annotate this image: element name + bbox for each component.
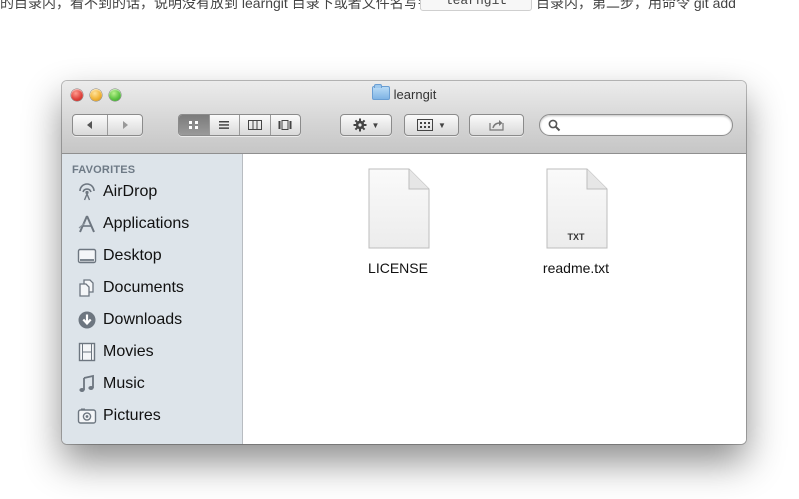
forward-button[interactable] [107, 115, 142, 135]
sidebar-item-label: Downloads [103, 311, 183, 328]
back-button[interactable] [73, 115, 107, 135]
chevron-down-icon: ▼ [438, 120, 446, 130]
sidebar-item-applications[interactable]: Applications [77, 210, 189, 238]
file-name: LICENSE [368, 260, 428, 276]
arrange-menu-button[interactable]: ▼ [404, 114, 459, 136]
gear-icon [353, 118, 367, 132]
desktop-icon [77, 246, 97, 266]
folder-icon [371, 84, 390, 100]
documents-icon [77, 278, 97, 298]
file-browser-area: LICENSE TXT readme.txt [243, 154, 746, 444]
sidebar: FAVORITES AirDrop Applications Desktop D… [62, 154, 243, 444]
cover-flow-view-button[interactable] [269, 115, 301, 135]
back-icon [87, 121, 92, 129]
inline-code: learngit [420, 0, 532, 11]
back-forward-control [72, 114, 143, 136]
sidebar-item-airdrop[interactable]: AirDrop [77, 178, 157, 206]
list-view-icon [219, 121, 230, 129]
document-text: 的目录内，看不到的话，说明没有放到 learngit 目录下或者文件名写错了，或… [0, 0, 488, 11]
finder-window: learngit ▼ ▼ FAVORITES AirDrop Applicati… [62, 81, 746, 444]
file-item-readme[interactable]: TXT readme.txt [516, 168, 636, 276]
forward-icon [123, 121, 128, 129]
document-text-continued: 目录内，第二步，用命令 git add [536, 0, 736, 11]
document-top-fragment: 的目录内，看不到的话，说明没有放到 learngit 目录下或者文件名写错了，或… [0, 0, 799, 16]
file-item-license[interactable]: LICENSE [338, 168, 458, 276]
airdrop-icon [77, 182, 97, 202]
sidebar-item-desktop[interactable]: Desktop [77, 242, 162, 270]
sidebar-item-downloads[interactable]: Downloads [77, 306, 182, 334]
icon-view-icon [188, 121, 198, 129]
search-input[interactable] [564, 117, 728, 135]
sidebar-item-label: Applications [103, 215, 190, 232]
sidebar-item-documents[interactable]: Documents [77, 274, 184, 302]
sidebar-item-movies[interactable]: Movies [77, 338, 154, 366]
list-view-button[interactable] [208, 115, 240, 135]
column-view-icon [247, 120, 262, 130]
title-bar[interactable]: learngit ▼ ▼ [62, 81, 746, 154]
document-icon [368, 168, 430, 249]
column-view-button[interactable] [239, 115, 270, 135]
search-field[interactable] [539, 114, 733, 136]
sidebar-item-label: AirDrop [103, 183, 158, 200]
music-icon [77, 374, 97, 394]
sidebar-item-music[interactable]: Music [77, 370, 145, 398]
file-name: readme.txt [542, 260, 610, 276]
applications-icon [77, 214, 97, 234]
share-button[interactable] [469, 114, 524, 136]
sidebar-item-label: Music [103, 375, 145, 392]
chevron-down-icon: ▼ [371, 120, 380, 130]
view-mode-control [178, 114, 301, 136]
file-type-badge: TXT [567, 232, 585, 242]
sidebar-item-label: Documents [103, 279, 184, 296]
sidebar-section-header: FAVORITES [72, 164, 136, 176]
window-title-text: learngit [393, 87, 437, 102]
sidebar-item-pictures[interactable]: Pictures [77, 402, 161, 430]
sidebar-item-label: Movies [103, 343, 154, 360]
icon-view-button[interactable] [179, 115, 209, 135]
arrange-icon [417, 119, 434, 131]
share-icon [488, 120, 504, 131]
search-icon [548, 119, 561, 132]
action-menu-button[interactable]: ▼ [340, 114, 392, 136]
window-title: learngit [62, 84, 746, 102]
sidebar-item-label: Pictures [103, 407, 161, 424]
sidebar-item-label: Desktop [103, 247, 162, 264]
cover-flow-view-icon [278, 120, 292, 130]
movies-icon [77, 342, 97, 362]
pictures-icon [77, 406, 97, 426]
downloads-icon [77, 310, 97, 330]
